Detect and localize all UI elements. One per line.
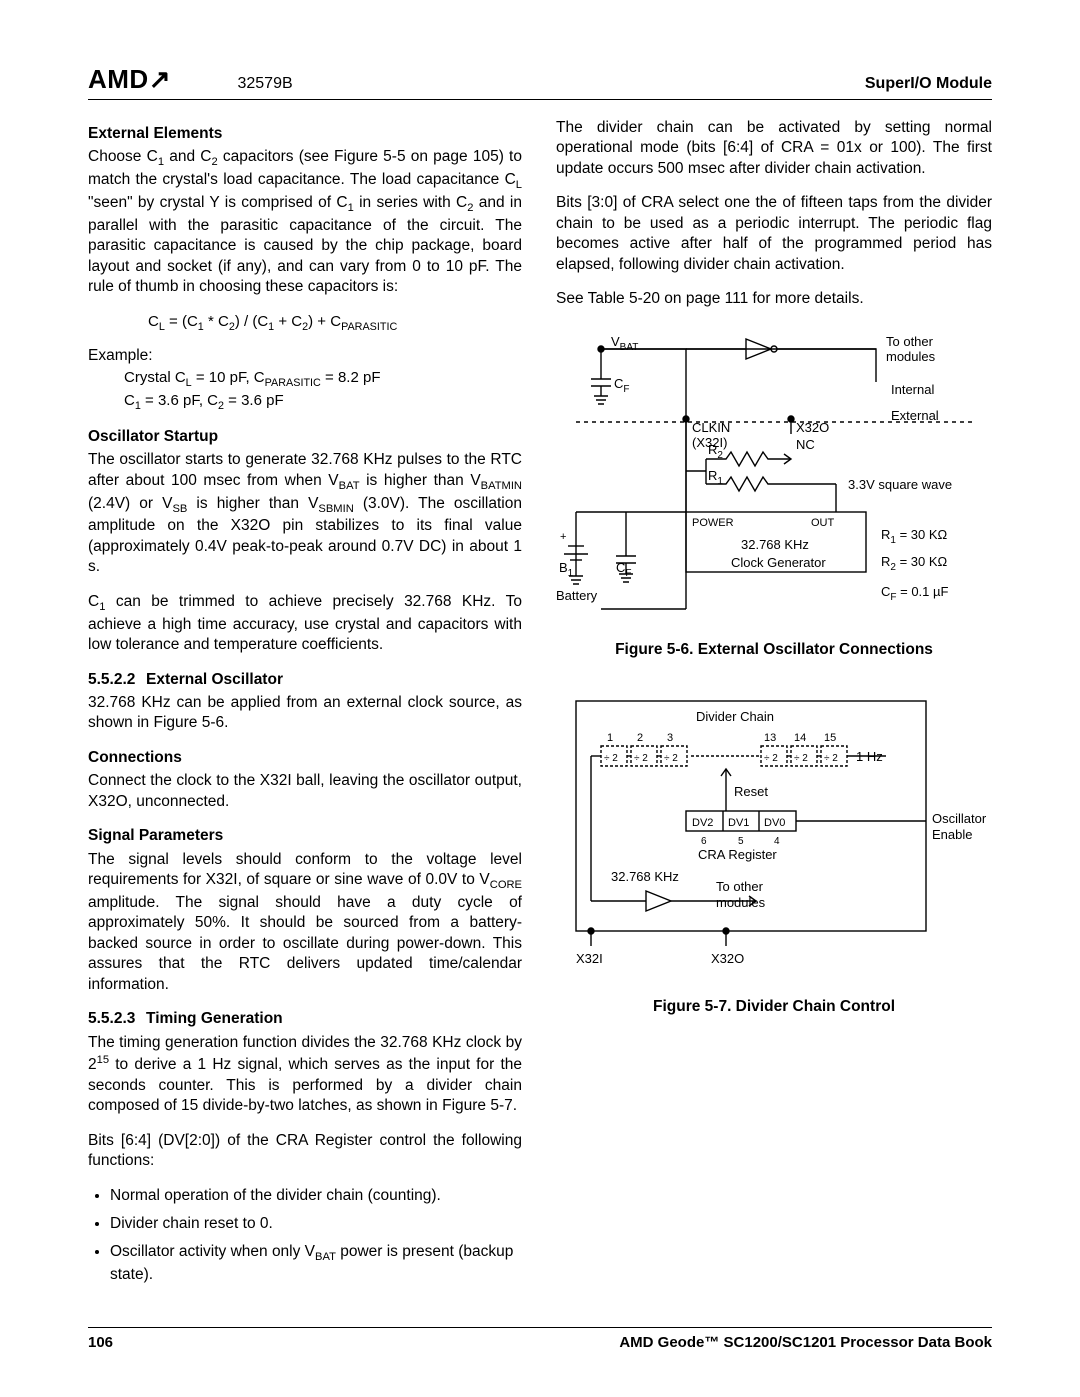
- svg-text:OUT: OUT: [811, 517, 835, 529]
- svg-text:Reset: Reset: [734, 784, 768, 799]
- page-number: 106: [88, 1334, 113, 1351]
- page-header: AMD↗ 32579B SuperI/O Module: [88, 64, 992, 100]
- svg-text:To other: To other: [716, 879, 764, 894]
- figure-5-7-caption: Figure 5-7. Divider Chain Control: [556, 997, 992, 1017]
- svg-text:To other: To other: [886, 334, 934, 349]
- doc-number: 32579B: [237, 75, 292, 92]
- svg-text:B1: B1: [559, 560, 574, 579]
- right-column: The divider chain can be activated by se…: [556, 118, 992, 1300]
- left-column: External Elements Choose C1 and C2 capac…: [88, 118, 522, 1300]
- svg-text:X32I: X32I: [576, 951, 603, 966]
- svg-text:÷ 2: ÷ 2: [824, 753, 838, 764]
- heading-osc-startup: Oscillator Startup: [88, 427, 522, 447]
- svg-text:DV1: DV1: [728, 817, 749, 829]
- svg-text:+: +: [560, 531, 566, 543]
- para-divider-1: The divider chain can be activated by se…: [556, 118, 992, 179]
- para-timing-2: Bits [6:4] (DV[2:0]) of the CRA Register…: [88, 1131, 522, 1172]
- svg-text:32.768 KHz: 32.768 KHz: [741, 537, 809, 552]
- figure-5-6: VBAT CF CLKIN (X32I) X32O NC To other mo…: [556, 324, 992, 630]
- svg-text:5: 5: [738, 836, 744, 847]
- svg-text:14: 14: [794, 732, 806, 744]
- page: AMD↗ 32579B SuperI/O Module External Ele…: [0, 0, 1080, 1397]
- svg-text:POWER: POWER: [692, 517, 734, 529]
- svg-text:1 Hz: 1 Hz: [856, 749, 883, 764]
- svg-text:Oscillator: Oscillator: [932, 811, 987, 826]
- svg-text:R1 = 30 KΩ: R1 = 30 KΩ: [881, 527, 948, 546]
- two-columns: External Elements Choose C1 and C2 capac…: [88, 118, 992, 1300]
- brand-logo: AMD↗: [88, 64, 171, 94]
- svg-text:÷ 2: ÷ 2: [794, 753, 808, 764]
- svg-text:32.768 KHz: 32.768 KHz: [611, 869, 679, 884]
- page-footer: 106 AMD Geode™ SC1200/SC1201 Processor D…: [88, 1327, 992, 1351]
- svg-text:R2 = 30 KΩ: R2 = 30 KΩ: [881, 554, 948, 573]
- heading-timing-gen: 5.5.2.3Timing Generation: [88, 1009, 522, 1029]
- list-item: Oscillator activity when only VBAT power…: [110, 1242, 522, 1285]
- svg-text:CLKIN: CLKIN: [692, 420, 730, 435]
- cra-functions-list: Normal operation of the divider chain (c…: [88, 1186, 522, 1286]
- svg-text:modules: modules: [716, 895, 766, 910]
- svg-text:÷ 2: ÷ 2: [664, 753, 678, 764]
- svg-text:Clock Generator: Clock Generator: [731, 555, 826, 570]
- list-item: Normal operation of the divider chain (c…: [110, 1186, 522, 1206]
- module-title: SuperI/O Module: [865, 75, 992, 93]
- svg-text:1: 1: [607, 732, 613, 744]
- svg-text:Enable: Enable: [932, 827, 972, 842]
- svg-text:÷ 2: ÷ 2: [604, 753, 618, 764]
- svg-text:CF = 0.1 µF: CF = 0.1 µF: [881, 584, 948, 603]
- svg-text:CF: CF: [614, 376, 630, 395]
- svg-text:VBAT: VBAT: [611, 334, 638, 353]
- svg-text:÷ 2: ÷ 2: [634, 753, 648, 764]
- example-lines: Crystal CL = 10 pF, CPARASITIC = 8.2 pF …: [124, 368, 522, 413]
- svg-text:modules: modules: [886, 349, 936, 364]
- para-timing-1: The timing generation function divides t…: [88, 1033, 522, 1117]
- svg-text:÷ 2: ÷ 2: [764, 753, 778, 764]
- svg-text:Battery: Battery: [556, 588, 598, 603]
- svg-text:External: External: [891, 408, 939, 423]
- para-external-elements: Choose C1 and C2 capacitors (see Figure …: [88, 147, 522, 297]
- svg-text:2: 2: [637, 732, 643, 744]
- para-signal-params: The signal levels should conform to the …: [88, 850, 522, 996]
- svg-text:13: 13: [764, 732, 776, 744]
- svg-text:DV2: DV2: [692, 817, 713, 829]
- para-divider-2: Bits [3:0] of CRA select one the of fift…: [556, 193, 992, 275]
- svg-text:4: 4: [774, 836, 780, 847]
- example-label: Example:: [88, 346, 522, 366]
- svg-text:6: 6: [701, 836, 707, 847]
- svg-text:X32O: X32O: [711, 951, 744, 966]
- figure-5-7: Divider Chain 1 2 3 13 14 15 ÷ 2 ÷ 2 ÷ 2…: [556, 691, 992, 987]
- figure-5-6-caption: Figure 5-6. External Oscillator Connecti…: [556, 640, 992, 660]
- svg-text:CRA Register: CRA Register: [698, 847, 777, 862]
- svg-text:15: 15: [824, 732, 836, 744]
- svg-text:X32O: X32O: [796, 420, 829, 435]
- para-connections: Connect the clock to the X32I ball, leav…: [88, 771, 522, 812]
- list-item: Divider chain reset to 0.: [110, 1214, 522, 1234]
- heading-connections: Connections: [88, 748, 522, 768]
- para-osc-startup-1: The oscillator starts to generate 32.768…: [88, 450, 522, 577]
- svg-text:DV0: DV0: [764, 817, 785, 829]
- para-ext-osc: 32.768 KHz can be applied from an extern…: [88, 693, 522, 734]
- para-osc-startup-2: C1 can be trimmed to achieve precisely 3…: [88, 592, 522, 656]
- heading-ext-osc: 5.5.2.2External Oscillator: [88, 670, 522, 690]
- book-title: AMD Geode™ SC1200/SC1201 Processor Data …: [619, 1334, 992, 1351]
- heading-signal-params: Signal Parameters: [88, 826, 522, 846]
- svg-text:Internal: Internal: [891, 382, 934, 397]
- svg-text:3: 3: [667, 732, 673, 744]
- heading-external-elements: External Elements: [88, 124, 522, 144]
- svg-text:NC: NC: [796, 437, 815, 452]
- svg-text:3.3V square wave: 3.3V square wave: [848, 477, 952, 492]
- svg-text:Divider Chain: Divider Chain: [696, 709, 774, 724]
- para-divider-3: See Table 5-20 on page 111 for more deta…: [556, 289, 992, 309]
- formula-cl: CL = (C1 * C2) / (C1 + C2) + CPARASITIC: [148, 312, 522, 334]
